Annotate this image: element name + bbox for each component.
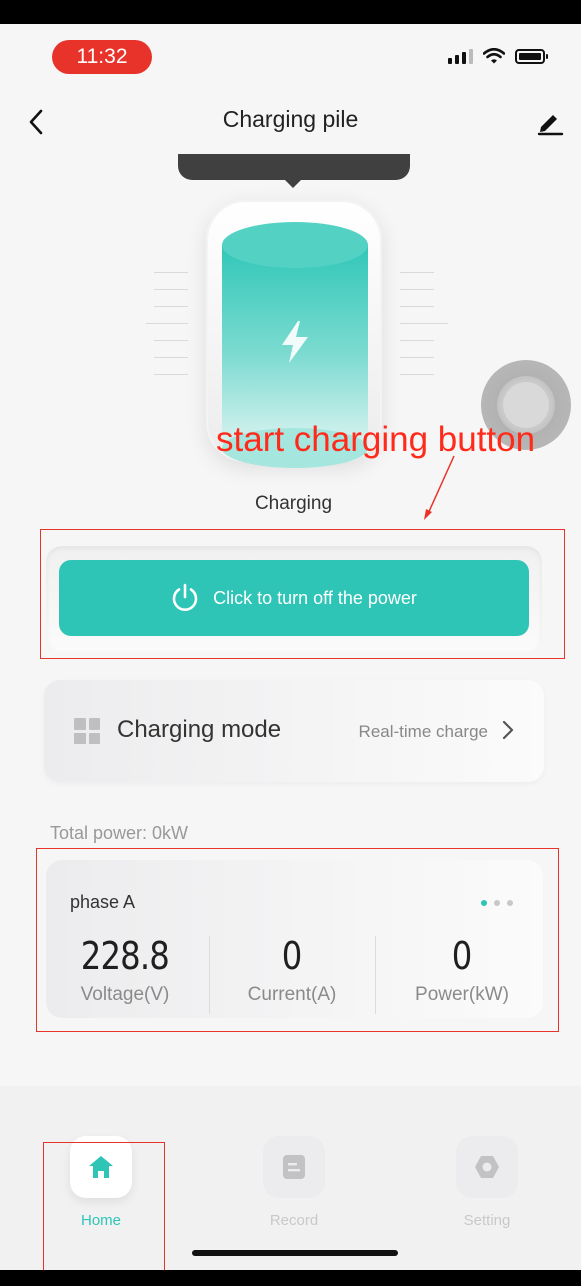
status-time: 11:32 [52, 40, 152, 74]
metric-current: 0 Current(A) [234, 934, 350, 1006]
bottom-bezel [0, 1270, 581, 1286]
signal-icon [448, 48, 473, 64]
annotation-box-home [43, 1142, 165, 1270]
nav-label-setting: Setting [463, 1212, 511, 1229]
setting-icon [475, 1156, 499, 1178]
nav-label-record: Record [269, 1212, 319, 1229]
scale-ticks-right [400, 272, 448, 375]
power-toggle-button[interactable]: Click to turn off the power [59, 560, 529, 636]
wifi-icon [483, 48, 505, 64]
lightning-icon [282, 321, 308, 363]
metric-value: 0 [282, 934, 303, 978]
status-icons [448, 48, 548, 64]
metric-power: 0 Power(kW) [400, 934, 524, 1006]
charging-mode-value: Real-time charge [358, 722, 488, 741]
scale-ticks-left [146, 272, 188, 375]
power-button-label: Click to turn off the power [213, 587, 417, 608]
nav-item-record[interactable]: Record [244, 1136, 344, 1229]
divider [209, 936, 210, 1014]
power-icon [172, 583, 198, 611]
power-card: Click to turn off the power [46, 546, 542, 652]
page-indicator [481, 900, 513, 906]
top-bezel [0, 0, 581, 24]
grid-icon [74, 718, 100, 744]
tooltip-tab [178, 154, 410, 188]
page-title: Charging pile [222, 106, 359, 132]
phase-card[interactable]: phase A 228.8 Voltage(V) 0 Current(A) 0 … [46, 860, 543, 1018]
metric-value: 228.8 [80, 934, 170, 978]
phase-title: phase A [70, 892, 136, 912]
bottom-nav: Home Record Setting [0, 1086, 581, 1270]
metric-value: 0 [452, 934, 473, 978]
total-power: Total power: 0kW [50, 823, 189, 843]
status-time-text: 11:32 [76, 45, 128, 68]
metric-label: Voltage(V) [80, 984, 170, 1005]
annotation-label: start charging button [216, 420, 536, 459]
charging-mode-row[interactable]: Charging mode Real-time charge [44, 680, 544, 782]
record-icon [283, 1155, 305, 1179]
nav-item-setting[interactable]: Setting [437, 1136, 537, 1229]
home-indicator [192, 1250, 398, 1256]
charging-mode-label: Charging mode [117, 716, 282, 743]
chevron-right-icon [502, 720, 514, 740]
metric-label: Power(kW) [415, 984, 509, 1005]
metric-voltage: 228.8 Voltage(V) [66, 934, 184, 1006]
charging-status: Charging [254, 493, 333, 514]
metric-label: Current(A) [247, 984, 337, 1005]
divider [375, 936, 376, 1014]
edit-button[interactable] [533, 104, 567, 140]
battery-icon [515, 48, 548, 64]
app-screen: 11:32 Charging pile start charging butto… [0, 24, 581, 1270]
pencil-icon [537, 115, 564, 136]
